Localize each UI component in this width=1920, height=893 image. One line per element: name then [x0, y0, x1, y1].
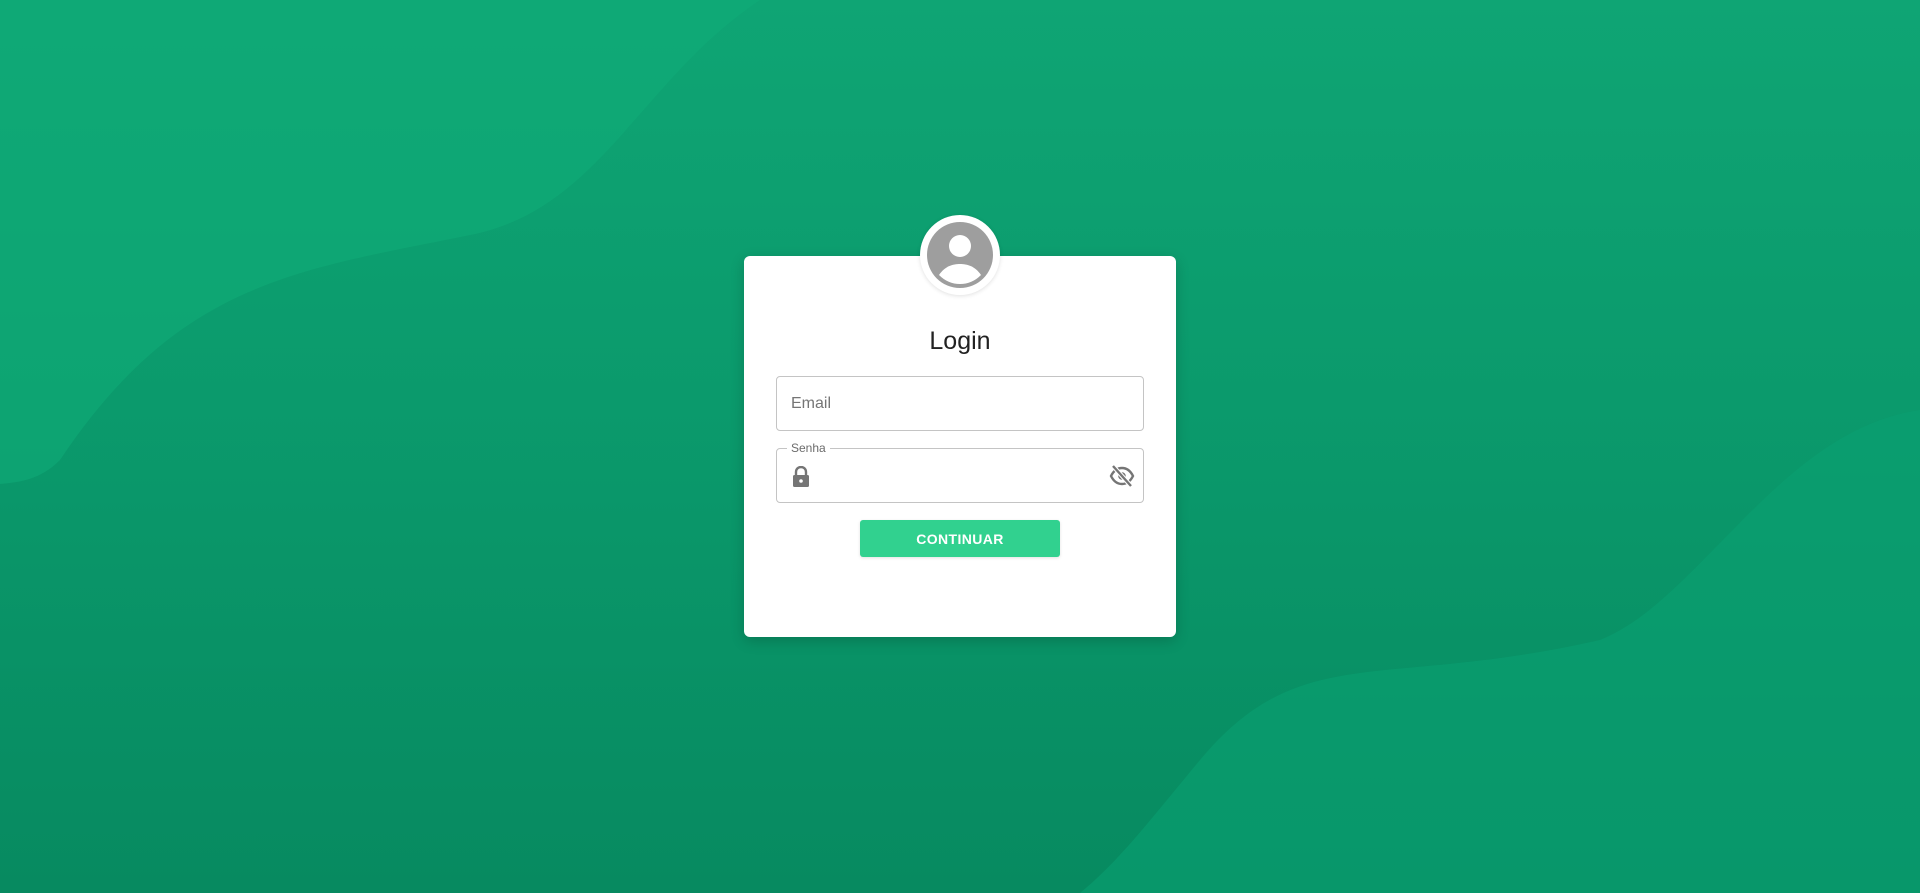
login-card: Login Senha CONTINUAR	[744, 215, 1176, 637]
email-input[interactable]	[777, 377, 1143, 430]
password-input[interactable]	[777, 449, 1143, 502]
password-field[interactable]: Senha	[776, 441, 1144, 503]
background-wave-bottom	[1080, 410, 1920, 893]
page-title: Login	[929, 327, 991, 355]
eye-off-icon[interactable]	[1109, 464, 1135, 488]
avatar	[920, 215, 1000, 295]
email-field[interactable]	[776, 376, 1144, 431]
continue-button[interactable]: CONTINUAR	[860, 520, 1060, 557]
user-avatar-icon	[927, 222, 993, 288]
background-wave-top	[0, 0, 760, 484]
